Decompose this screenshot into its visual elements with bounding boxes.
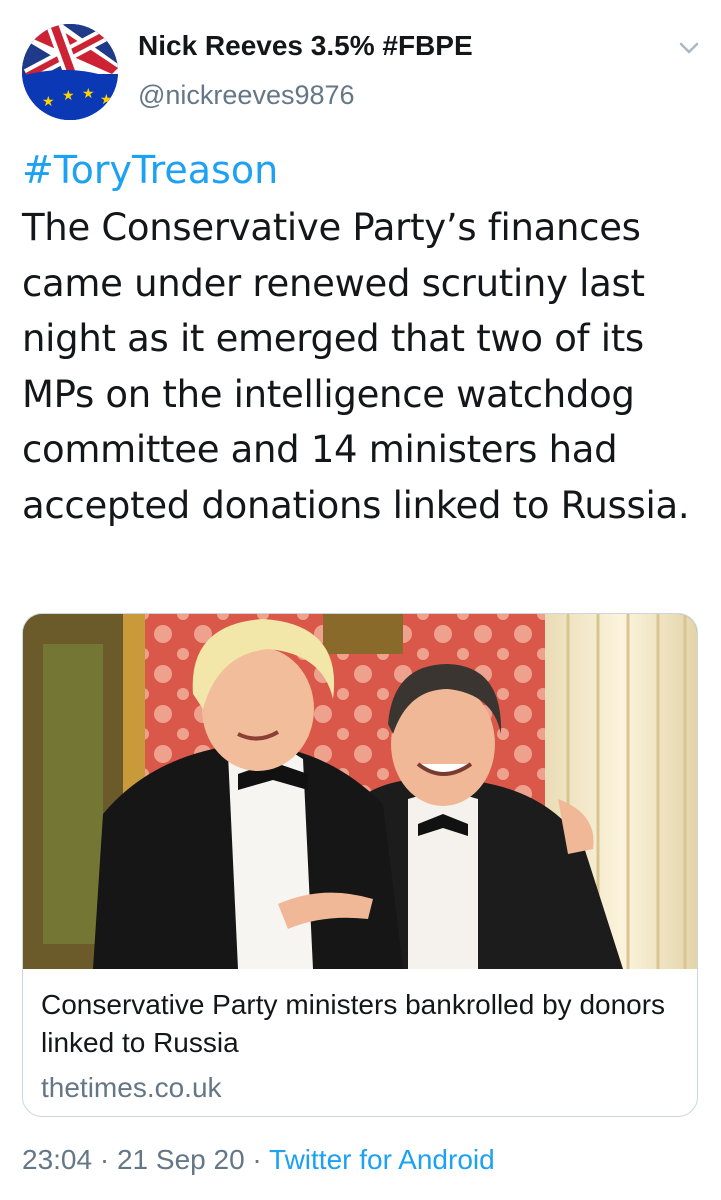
photo-two-men-in-tuxedos-icon (23, 614, 697, 969)
author-handle[interactable]: @nickreeves9876 (138, 80, 355, 111)
author-display-name[interactable]: Nick Reeves 3.5% #FBPE (138, 30, 473, 62)
eu-union-flag-avatar-icon: ★ ★ ★ ★ (22, 24, 118, 120)
svg-text:★: ★ (82, 86, 95, 102)
link-card[interactable]: Conservative Party ministers bankrolled … (22, 613, 698, 1117)
svg-text:★: ★ (62, 88, 75, 104)
tweet-date: 21 Sep 20 (116, 1144, 245, 1175)
meta-separator: · (92, 1144, 117, 1175)
meta-separator: · (244, 1144, 270, 1175)
svg-text:★: ★ (42, 94, 55, 110)
tweet-text: The Conservative Party’s finances came u… (22, 206, 690, 527)
tweet-source-link[interactable]: Twitter for Android (269, 1144, 495, 1175)
hashtag-link[interactable]: #ToryTreason (22, 148, 278, 192)
card-title[interactable]: Conservative Party ministers bankrolled … (41, 986, 681, 1062)
avatar[interactable]: ★ ★ ★ ★ (22, 24, 118, 120)
tweet-time: 23:04 (22, 1144, 93, 1175)
card-domain[interactable]: thetimes.co.uk (41, 1072, 222, 1104)
tweet-meta: 23:04 · 21 Sep 20 · Twitter for Android (22, 1144, 495, 1176)
chevron-down-icon[interactable] (672, 34, 706, 64)
svg-text:★: ★ (100, 92, 113, 108)
tweet: ★ ★ ★ ★ Nick Reeves 3.5% #FBPE @nickreev… (0, 0, 721, 1200)
